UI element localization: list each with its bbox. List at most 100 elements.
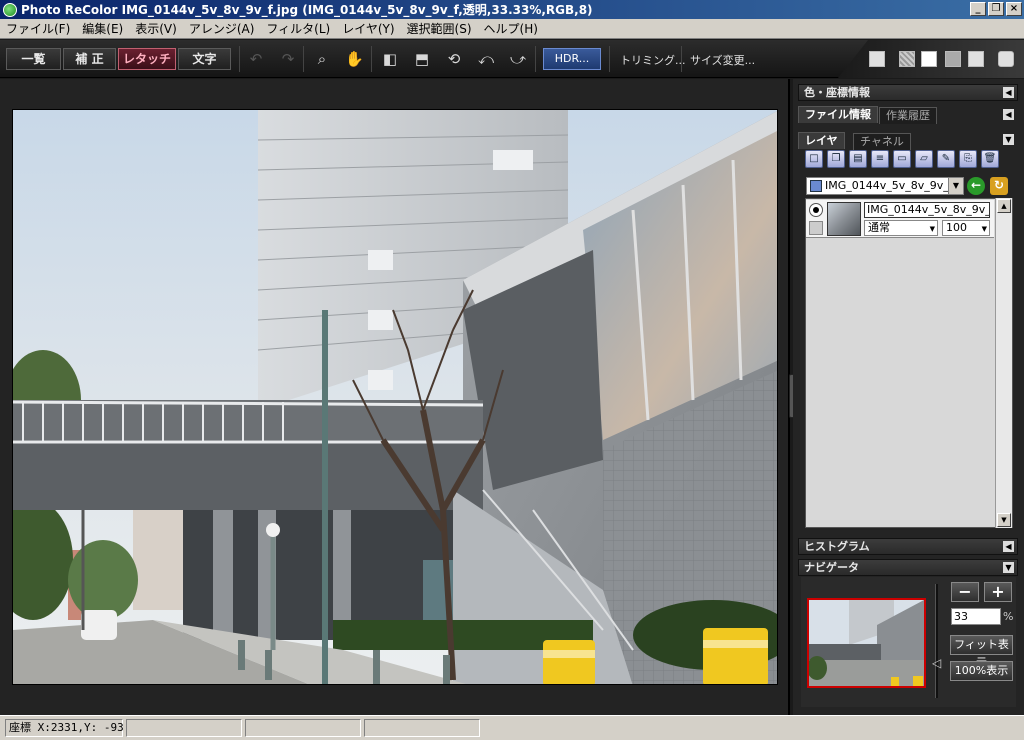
hdr-button[interactable]: HDR...: [543, 48, 601, 70]
toolbar-separator: [681, 46, 682, 72]
toolbar-separator: [371, 46, 372, 72]
zoom-slider-handle[interactable]: ◁: [932, 656, 941, 670]
layer-name-field[interactable]: IMG_0144v_5v_8v_9v_f: [864, 202, 990, 218]
undo-icon[interactable]: ↶: [247, 50, 265, 68]
close-button[interactable]: ×: [1006, 2, 1022, 16]
menu-bar: ファイル(F) 編集(E) 表示(V) アレンジ(A) フィルタ(L) レイヤ(…: [0, 19, 1024, 39]
trim-button[interactable]: トリミング...: [620, 52, 686, 68]
rotate-icon[interactable]: ⟲: [445, 50, 463, 68]
layer-toolbar: □ ❐ ▤ ≡ ▭ ▱ ✎ ⎘ 🗑: [805, 150, 999, 168]
window-controls: _ ❐ ×: [970, 2, 1022, 16]
flip-horizontal-icon[interactable]: ◧: [381, 50, 399, 68]
properties-icon[interactable]: ✎: [937, 150, 955, 168]
mode-text-button[interactable]: 文字: [178, 48, 231, 70]
settings-view-icon[interactable]: [998, 51, 1014, 67]
collapse-arrow-icon[interactable]: ◀: [1003, 109, 1014, 120]
toolbar-separator: [535, 46, 536, 72]
trash-icon[interactable]: 🗑: [981, 150, 999, 168]
back-arrow-icon[interactable]: ←: [967, 177, 985, 195]
menu-view[interactable]: 表示(V): [129, 20, 183, 37]
window-title: Photo ReColor IMG_0144v_5v_8v_9v_f.jpg (…: [21, 3, 593, 17]
dropdown-arrow-icon[interactable]: ▼: [1003, 134, 1014, 145]
scroll-down-icon[interactable]: ▼: [997, 513, 1011, 527]
layer-row[interactable]: IMG_0144v_5v_8v_9v_f 通常 ▼ 100 ▼: [806, 200, 994, 238]
fullscreen-view-icon[interactable]: [968, 51, 984, 67]
rotate-right-icon[interactable]: ⤻: [509, 50, 527, 68]
minimize-button[interactable]: _: [970, 2, 986, 16]
tab-history[interactable]: 作業履歴: [879, 107, 937, 124]
visibility-eye-icon[interactable]: [809, 203, 823, 217]
compare-view-icon[interactable]: [945, 51, 961, 67]
tab-file-info[interactable]: ファイル情報: [798, 106, 878, 123]
image-icon: [810, 180, 822, 192]
status-cell-3: [245, 719, 361, 737]
blend-mode-select[interactable]: 通常 ▼: [864, 220, 938, 236]
flip-vertical-icon[interactable]: ⬒: [413, 50, 431, 68]
lock-icon[interactable]: [809, 221, 823, 235]
navigator-header[interactable]: ナビゲータ ▼: [798, 559, 1018, 576]
menu-arrange[interactable]: アレンジ(A): [183, 20, 261, 37]
menu-selection[interactable]: 選択範囲(S): [401, 20, 478, 37]
color-coords-header[interactable]: 色・座標情報 ◀: [798, 84, 1018, 101]
zoom-input[interactable]: 33: [951, 608, 1001, 625]
single-view-icon[interactable]: [869, 51, 885, 67]
tab-channel[interactable]: チャネル: [853, 133, 911, 150]
expand-arrow-icon[interactable]: ◀: [1003, 541, 1014, 552]
scroll-up-icon[interactable]: ▲: [997, 199, 1011, 213]
mode-correct-button[interactable]: 補 正: [63, 48, 116, 70]
status-cell-2: [126, 719, 242, 737]
layer-select-value: IMG_0144v_5v_8v_9v_f: [825, 179, 953, 192]
layer-scrollbar[interactable]: ▲ ▼: [995, 198, 1012, 528]
menu-layer[interactable]: レイヤ(Y): [336, 20, 400, 37]
canvas-area[interactable]: [0, 79, 790, 715]
resize-button[interactable]: サイズ変更...: [690, 52, 755, 68]
zoom-slider[interactable]: [935, 584, 938, 698]
histogram-header[interactable]: ヒストグラム ◀: [798, 538, 1018, 555]
collapse-arrow-icon[interactable]: ▼: [1003, 562, 1014, 573]
crosshair-view-icon[interactable]: [921, 51, 937, 67]
maximize-button[interactable]: ❐: [988, 2, 1004, 16]
folder-icon[interactable]: ▭: [893, 150, 911, 168]
photo-image: [13, 110, 777, 684]
merge-icon[interactable]: ≡: [871, 150, 889, 168]
folder-open-icon[interactable]: ▱: [915, 150, 933, 168]
copy-icon[interactable]: ⎘: [959, 150, 977, 168]
histogram-title: ヒストグラム: [804, 540, 870, 553]
chevron-down-icon[interactable]: ▼: [948, 178, 963, 194]
mode-list-button[interactable]: 一覧: [6, 48, 61, 70]
actual-size-button[interactable]: 100%表示: [950, 661, 1013, 681]
zoom-unit: %: [1003, 610, 1014, 623]
opacity-select[interactable]: 100 ▼: [942, 220, 990, 236]
tab-layer[interactable]: レイヤ: [798, 132, 845, 149]
refresh-icon[interactable]: ↻: [990, 177, 1008, 195]
zoom-icon[interactable]: ⌕: [313, 50, 331, 68]
color-coords-title: 色・座標情報: [804, 86, 870, 99]
fit-view-button[interactable]: フィット表示: [950, 635, 1013, 669]
expand-arrow-icon[interactable]: ◀: [1003, 87, 1014, 98]
grid-view-icon[interactable]: [899, 51, 915, 67]
status-cell-4: [364, 719, 480, 737]
open-folder-icon[interactable]: ▤: [849, 150, 867, 168]
chevron-down-icon: ▼: [929, 225, 935, 233]
menu-file[interactable]: ファイル(F): [0, 20, 76, 37]
opacity-value: 100: [946, 221, 967, 234]
duplicate-layer-icon[interactable]: ❐: [827, 150, 845, 168]
mode-retouch-button[interactable]: レタッチ: [118, 48, 176, 70]
status-bar: 座標 X:2331,Y: -93: [0, 715, 1024, 740]
new-layer-icon[interactable]: □: [805, 150, 823, 168]
photo-canvas[interactable]: [12, 109, 778, 685]
navigator-thumbnail[interactable]: [807, 598, 926, 688]
toolbar-separator: [239, 46, 240, 72]
menu-filter[interactable]: フィルタ(L): [260, 20, 336, 37]
menu-edit[interactable]: 編集(E): [76, 20, 129, 37]
title-bar: Photo ReColor IMG_0144v_5v_8v_9v_f.jpg (…: [0, 0, 1024, 19]
zoom-in-button[interactable]: +: [984, 582, 1012, 602]
layer-select-dropdown[interactable]: IMG_0144v_5v_8v_9v_f ▼: [806, 177, 964, 195]
rotate-left-icon[interactable]: ⤺: [477, 50, 495, 68]
toolbar: 一覧 補 正 レタッチ 文字 ↶ ↷ ⌕ ✋ ◧ ⬒ ⟲ ⤺ ⤻ HDR... …: [0, 40, 1024, 78]
toolbar-separator: [303, 46, 304, 72]
menu-help[interactable]: ヘルプ(H): [478, 20, 544, 37]
redo-icon[interactable]: ↷: [279, 50, 297, 68]
zoom-out-button[interactable]: −: [951, 582, 979, 602]
hand-icon[interactable]: ✋: [345, 50, 364, 68]
